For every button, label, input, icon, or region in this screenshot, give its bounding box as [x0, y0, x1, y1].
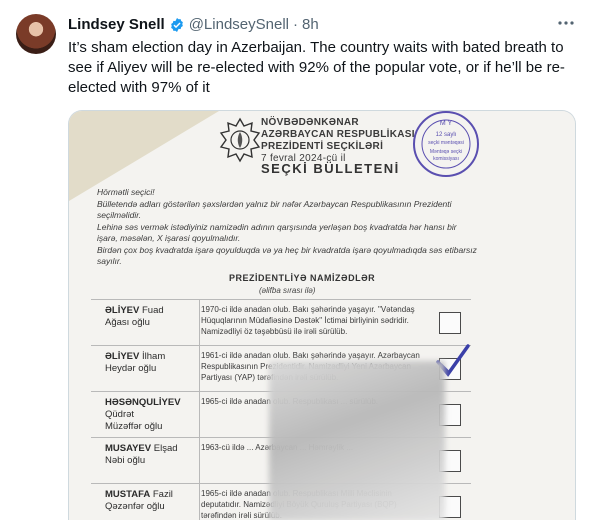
- divider: [199, 300, 200, 346]
- instruction-line: Bülletendə adları göstərilən şəxslərdən …: [97, 199, 452, 220]
- candidate-name: ƏLİYEV Fuad Ağası oğlu: [105, 305, 205, 329]
- instruction-line: Lehinə səs vermək istədiyiniz namizədin …: [97, 222, 457, 243]
- candidate-name: MUSTAFA Fazil Qəzənfər oğlu: [105, 489, 205, 513]
- tweet-header: Lindsey Snell @LindseySnell · 8h: [68, 16, 319, 33]
- more-horizontal-icon[interactable]: [557, 14, 575, 37]
- stamp-text: 12 saylı: [436, 132, 457, 138]
- avatar[interactable]: [16, 14, 56, 54]
- candidate-patronymic: Qəzənfər oğlu: [105, 501, 165, 512]
- ballot-header: NÖVBƏDƏNKƏNAR AZƏRBAYCAN RESPUBLİKASI PR…: [261, 117, 415, 165]
- candidate-name: HƏSƏNQULİYEV Qüdrət Müzəffər oğlu: [105, 397, 205, 433]
- blurred-id-card: [269, 361, 445, 520]
- ballot-header-line: NÖVBƏDƏNKƏNAR: [261, 117, 359, 128]
- tweet[interactable]: Lindsey Snell @LindseySnell · 8h It’s sh…: [0, 0, 589, 520]
- stamp-text: komissiyası: [433, 156, 459, 162]
- instruction-line: Hörmətli seçici!: [97, 187, 155, 197]
- tweet-text: It’s sham election day in Azerbaijan. Th…: [68, 39, 565, 96]
- instruction-line: Birdən çox boş kvadratda işarə qoyulduqd…: [97, 245, 477, 266]
- author-name[interactable]: Lindsey Snell: [68, 16, 165, 33]
- candidates-subheading: (əlifba sırası ilə): [259, 286, 316, 295]
- vote-checkbox[interactable]: [439, 312, 461, 334]
- candidate-first-name: Qüdrət: [105, 409, 135, 420]
- candidate-patronymic: Ağası oğlu: [105, 317, 150, 328]
- divider: [199, 438, 200, 484]
- stamp-text: seçki məntəqəsi: [428, 140, 464, 146]
- candidate-first-name: Fuad: [142, 305, 164, 316]
- candidate-surname: ƏLİYEV: [105, 305, 140, 316]
- candidate-first-name: İlham: [142, 351, 166, 362]
- separator: ·: [293, 16, 298, 33]
- candidate-patronymic: Nəbi oğlu: [105, 455, 146, 466]
- ballot-header-line: AZƏRBAYCAN RESPUBLİKASI: [261, 129, 415, 140]
- candidate-surname: MUSTAFA: [105, 489, 151, 500]
- ballot-header-line: PREZİDENTİ SEÇKİLƏRİ: [261, 141, 384, 152]
- candidate-row: ƏLİYEV Fuad Ağası oğlu 1970-ci ildə anad…: [91, 299, 471, 346]
- divider: [199, 392, 200, 438]
- candidate-first-name: Elşad: [153, 443, 178, 454]
- ballot-paper: NÖVBƏDƏNKƏNAR AZƏRBAYCAN RESPUBLİKASI PR…: [69, 111, 575, 520]
- candidate-patronymic: Müzəffər oğlu: [105, 421, 163, 432]
- author-handle[interactable]: @LindseySnell: [189, 16, 289, 33]
- candidate-patronymic: Heydər oğlu: [105, 363, 157, 374]
- candidates-heading: PREZİDENTLİYƏ NAMİZƏDLƏR: [229, 273, 376, 283]
- candidate-surname: HƏSƏNQULİYEV: [105, 397, 181, 408]
- candidate-surname: MUSAYEV: [105, 443, 152, 454]
- candidate-description: 1970-ci ildə anadan olub. Bakı şəhərində…: [201, 305, 415, 336]
- candidate-surname: ƏLİYEV: [105, 351, 140, 362]
- stamp-ring-text: M Y: [440, 120, 453, 127]
- ballot-title: SEÇKİ BÜLLETENİ: [261, 161, 400, 176]
- divider: [199, 346, 200, 392]
- stamp-text: Məntəqə seçki: [430, 149, 462, 155]
- verified-badge-icon: [170, 17, 183, 32]
- coat-of-arms-icon: [219, 117, 261, 163]
- timestamp[interactable]: 8h: [302, 16, 319, 33]
- divider: [199, 484, 200, 520]
- candidate-name: ƏLİYEV İlham Heydər oğlu: [105, 351, 205, 375]
- commission-stamp: M Y 12 saylı seçki məntəqəsi Məntəqə seç…: [413, 111, 479, 177]
- tweet-image[interactable]: NÖVBƏDƏNKƏNAR AZƏRBAYCAN RESPUBLİKASI PR…: [68, 110, 576, 520]
- candidate-name: MUSAYEV Elşad Nəbi oğlu: [105, 443, 205, 467]
- ballot-instructions: Hörmətli seçici! Bülletendə adları göstə…: [97, 187, 477, 268]
- candidate-first-name: Fazil: [152, 489, 173, 500]
